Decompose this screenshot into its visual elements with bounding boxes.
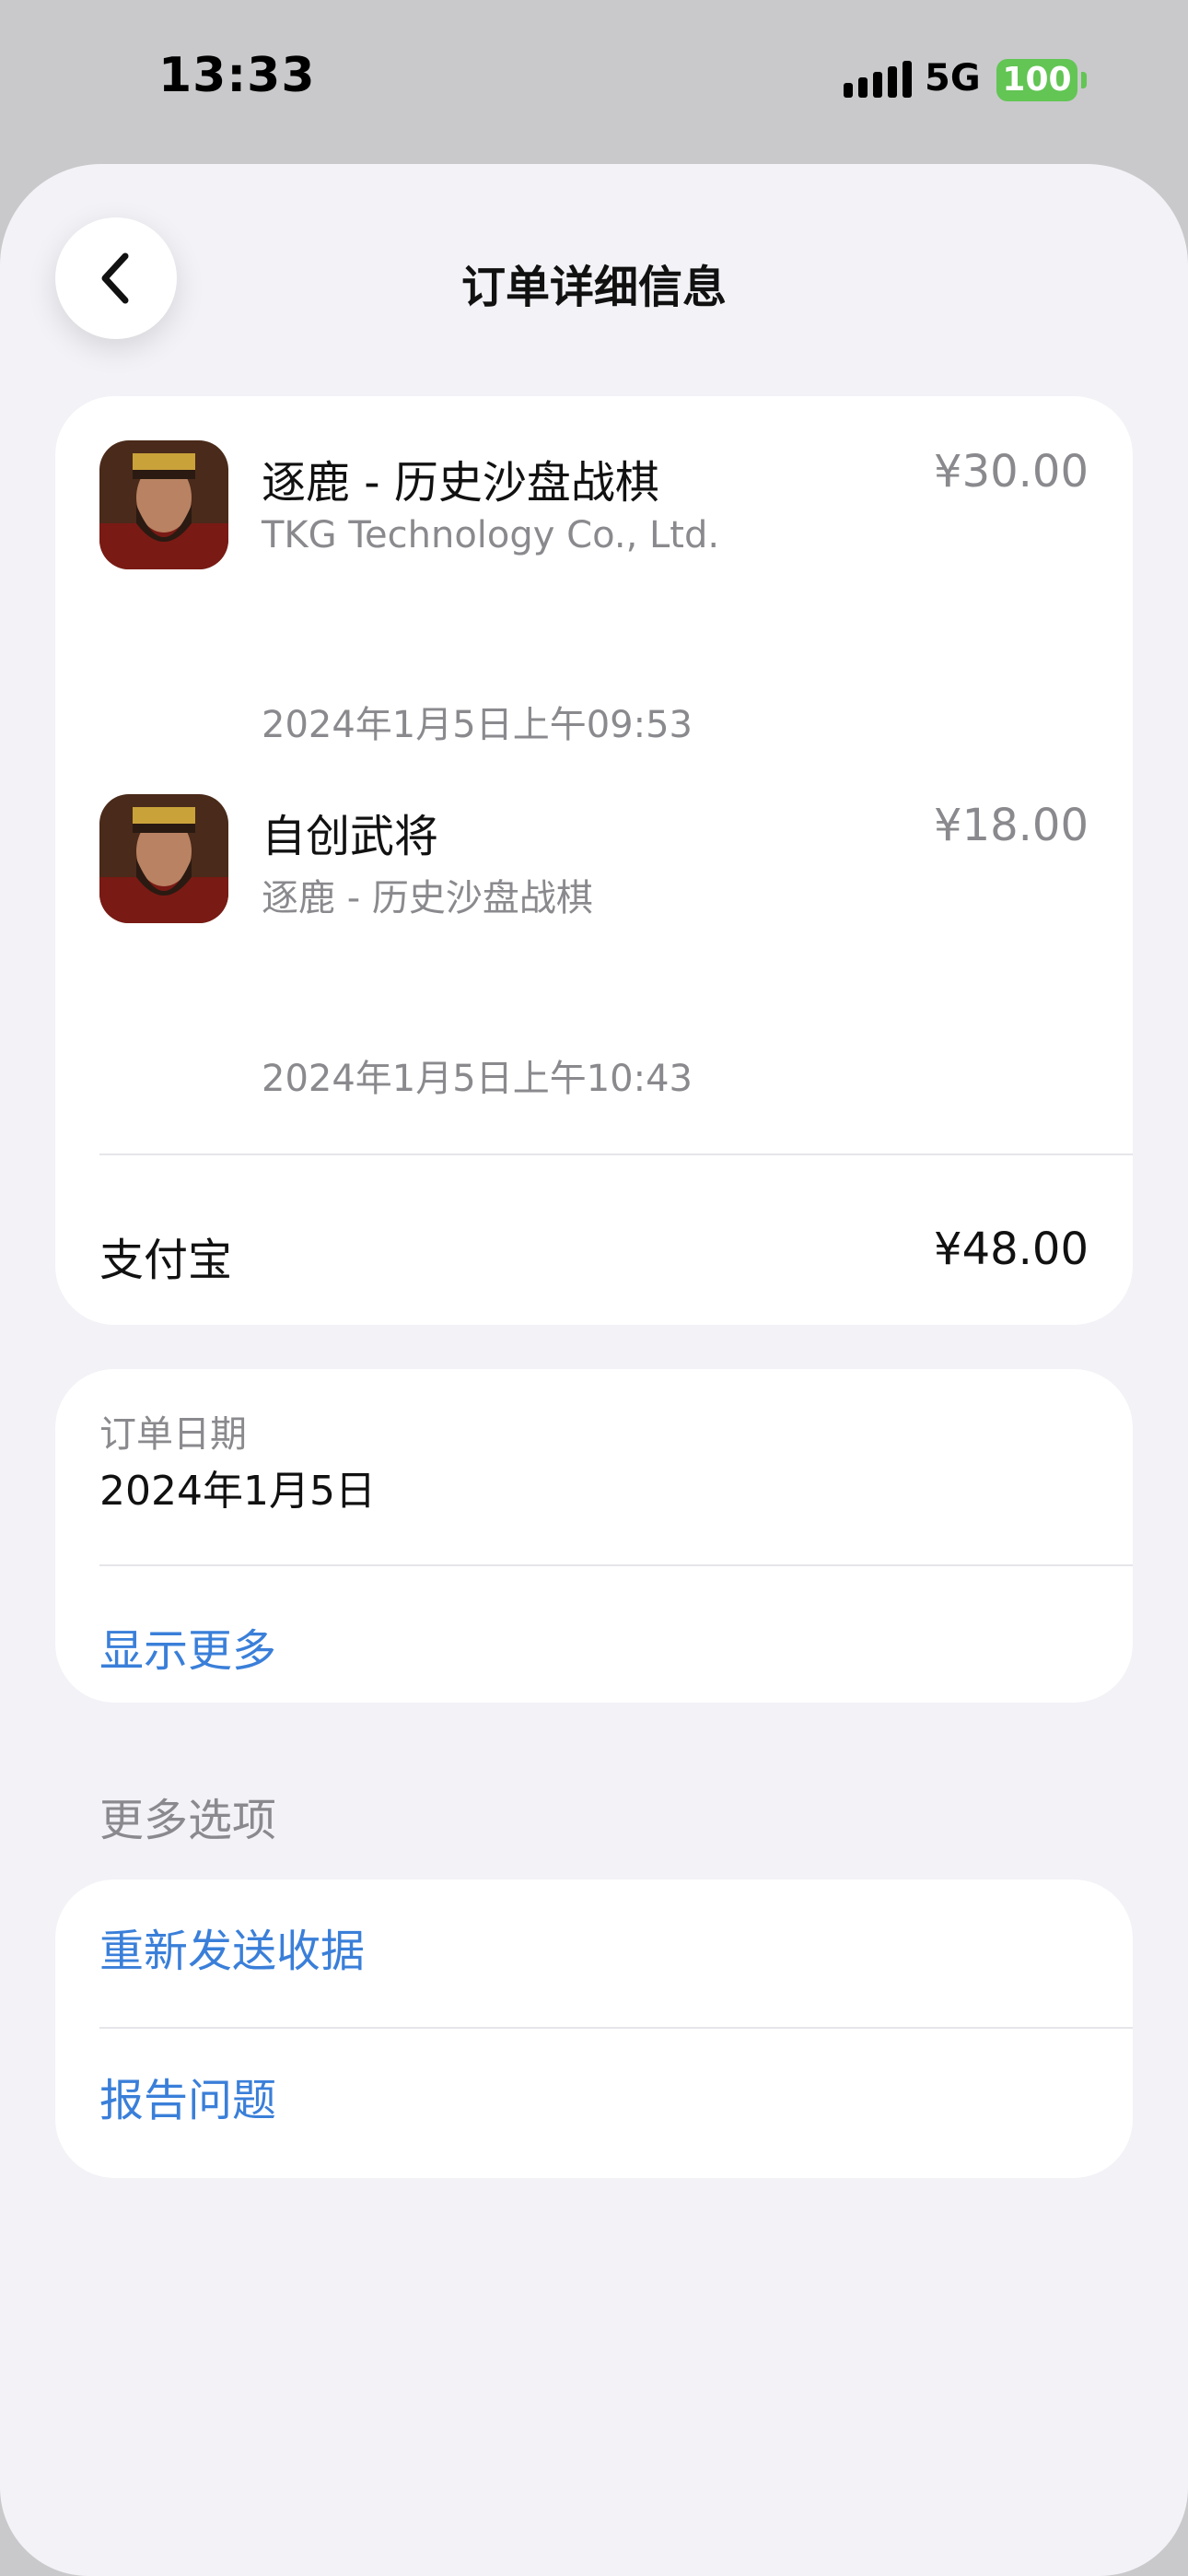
divider xyxy=(99,1153,1133,1155)
status-bar: 13:33 5G 100 xyxy=(0,0,1188,164)
more-options-header: 更多选项 xyxy=(99,1795,277,1846)
item-purchase-date: 2024年1月5日上午09:53 xyxy=(262,704,693,746)
order-details-sheet: 订单详细信息 逐鹿 - 历史沙盘战棋 TKG Technology Co., L… xyxy=(0,164,1188,2576)
payment-total: ¥48.00 xyxy=(934,1224,1089,1275)
more-options-card: 重新发送收据 报告问题 xyxy=(55,1879,1133,2178)
item-price: ¥30.00 xyxy=(934,446,1089,498)
divider xyxy=(99,1564,1133,1566)
payment-method: 支付宝 xyxy=(99,1235,233,1286)
order-date-value: 2024年1月5日 xyxy=(99,1468,376,1515)
item-purchase-date: 2024年1月5日上午10:43 xyxy=(262,1058,693,1100)
app-icon xyxy=(99,794,228,923)
status-time: 13:33 xyxy=(158,48,316,103)
item-developer: TKG Technology Co., Ltd. xyxy=(262,514,720,556)
purchase-items-card: 逐鹿 - 历史沙盘战棋 TKG Technology Co., Ltd. ¥30… xyxy=(55,396,1133,1325)
page-title: 订单详细信息 xyxy=(460,262,727,313)
network-type: 5G xyxy=(925,57,981,100)
item-title: 逐鹿 - 历史沙盘战棋 xyxy=(262,457,659,509)
item-parent-app: 逐鹿 - 历史沙盘战棋 xyxy=(262,877,593,919)
divider xyxy=(99,2027,1133,2029)
order-date-card: 订单日期 2024年1月5日 显示更多 xyxy=(55,1369,1133,1703)
report-problem-button[interactable]: 报告问题 xyxy=(99,2064,276,2128)
app-icon xyxy=(99,440,228,569)
battery-tip xyxy=(1081,72,1087,88)
battery-icon: 100 xyxy=(996,59,1077,101)
show-more-button[interactable]: 显示更多 xyxy=(99,1614,276,1679)
item-price: ¥18.00 xyxy=(934,800,1089,851)
cellular-signal-icon xyxy=(844,61,912,98)
order-date-label: 订单日期 xyxy=(99,1413,247,1456)
resend-receipt-button[interactable]: 重新发送收据 xyxy=(99,1914,365,1979)
item-title: 自创武将 xyxy=(262,811,439,862)
